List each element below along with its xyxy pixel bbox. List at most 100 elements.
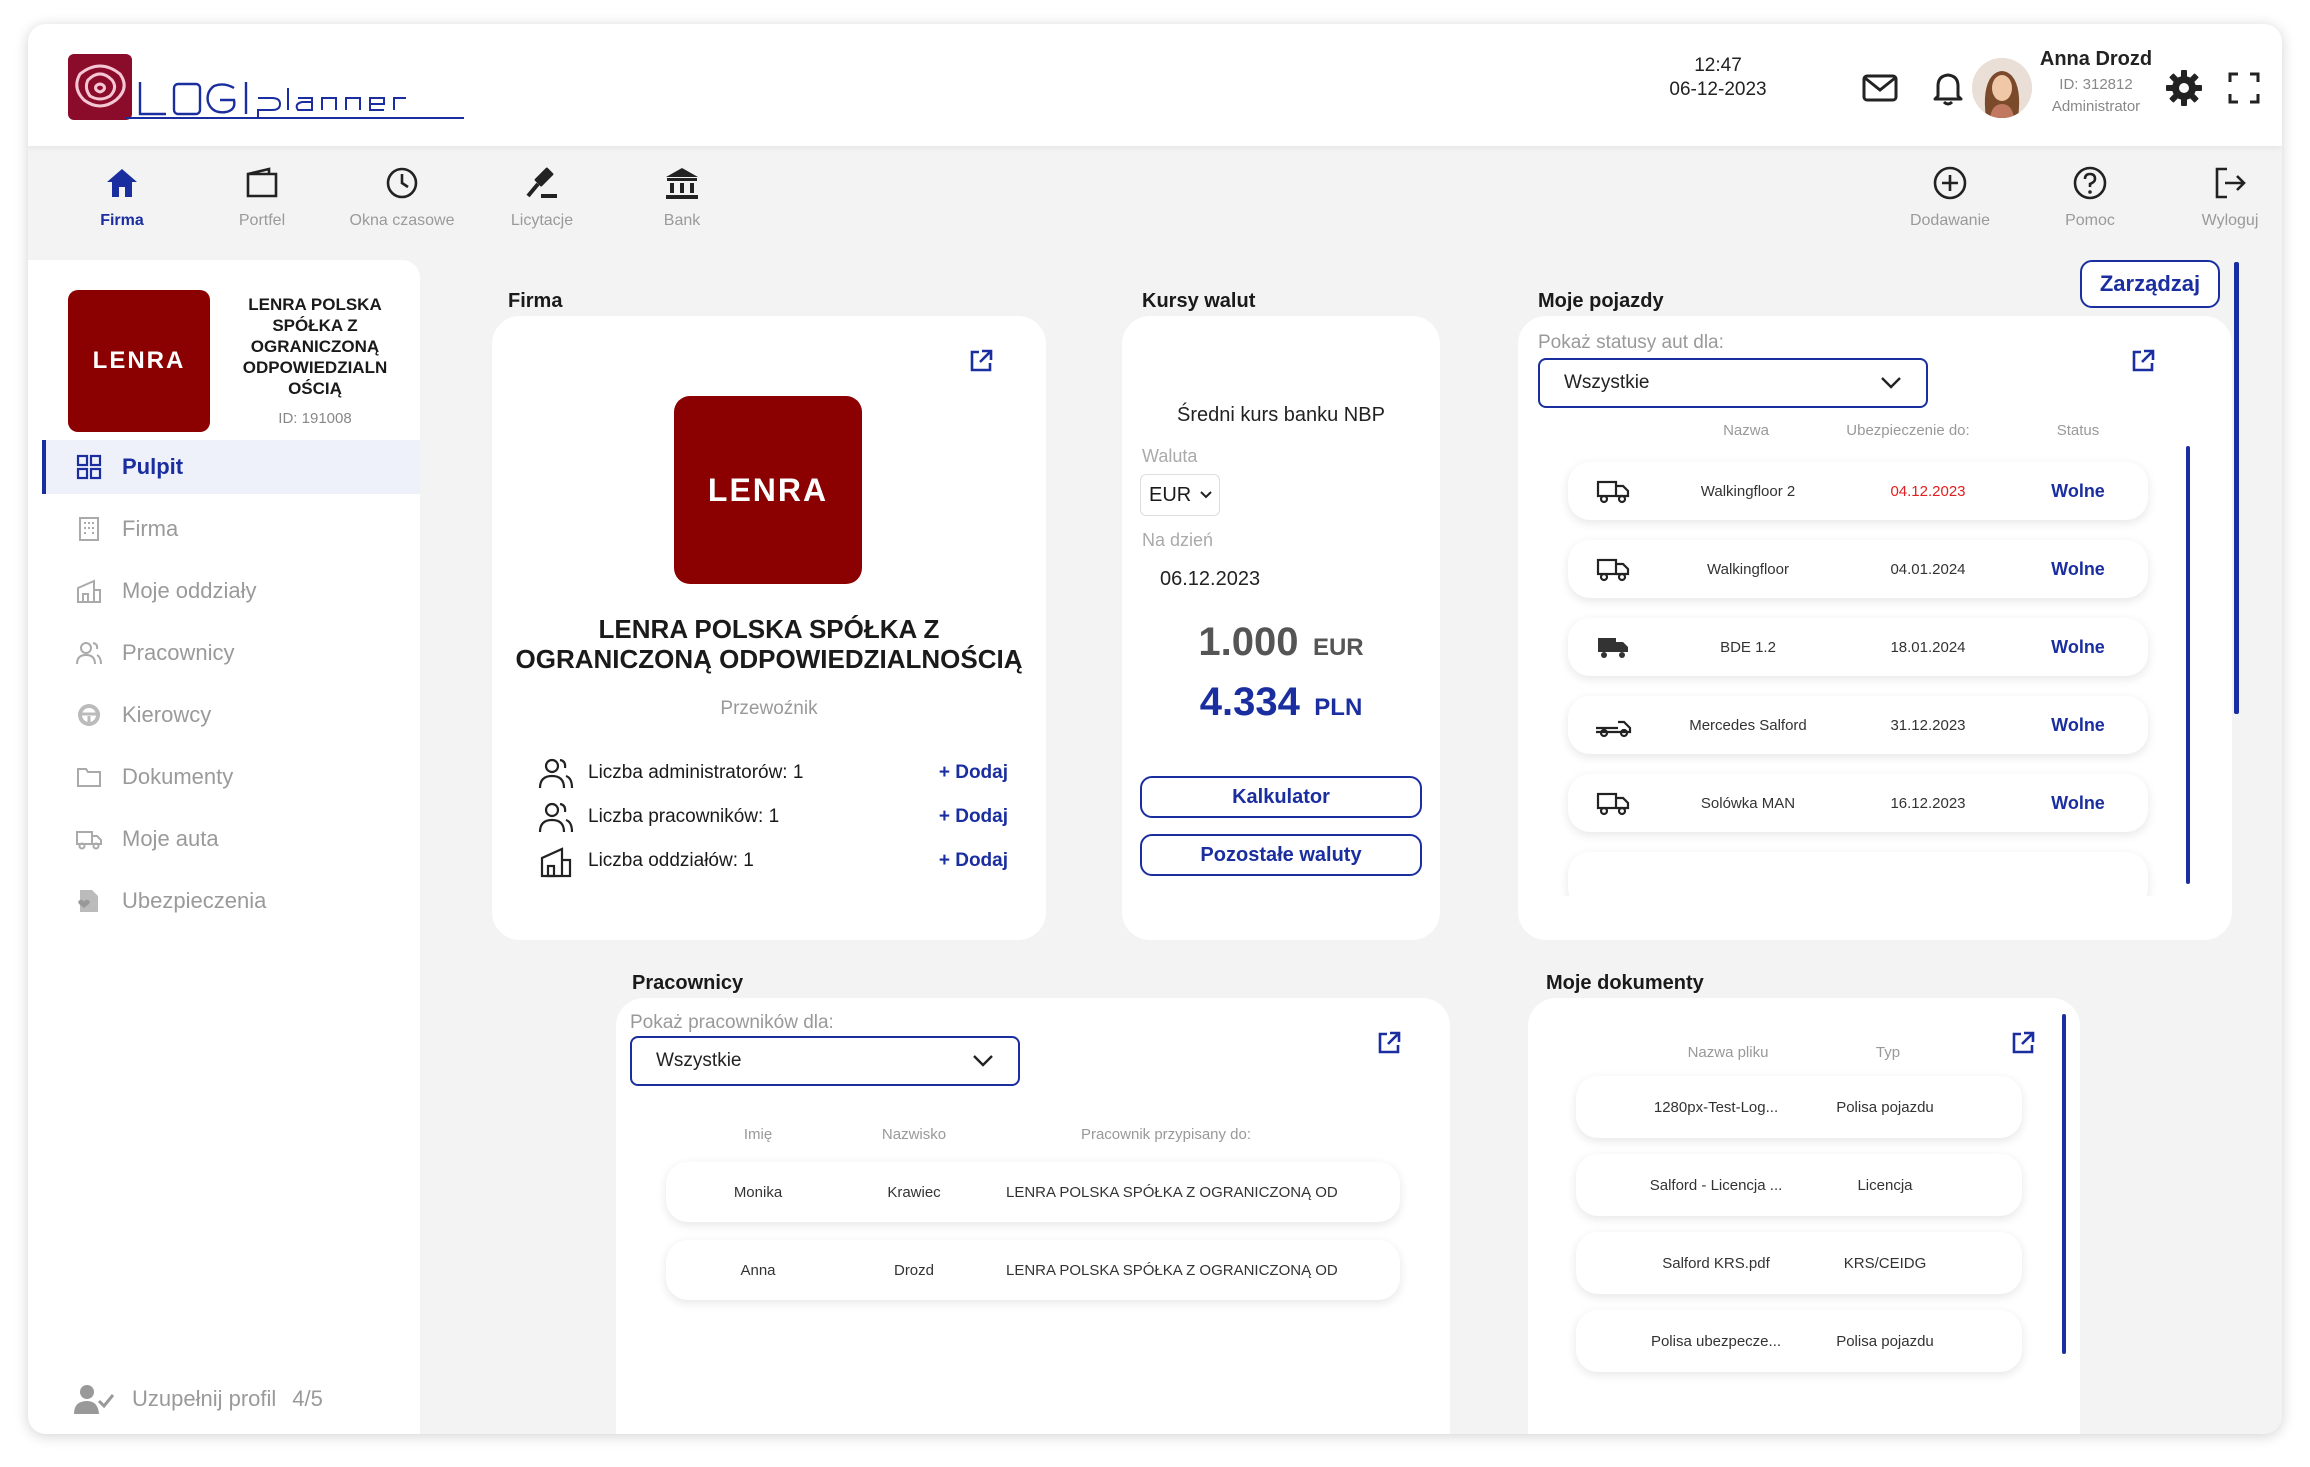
sidebar-item-moje-auta[interactable]: Moje auta xyxy=(42,812,420,866)
manage-button[interactable]: Zarządzaj xyxy=(2080,260,2220,308)
vehicle-row[interactable]: Solówka MAN 16.12.2023 Wolne xyxy=(1568,774,2148,832)
kursy-subtitle: Średni kurs banku NBP xyxy=(1177,404,1385,426)
firma-section-title: Firma xyxy=(508,290,563,312)
datetime-display: 12:47 06-12-2023 xyxy=(1638,54,1798,102)
vehicle-status: Wolne xyxy=(2051,636,2105,657)
vehicle-row[interactable]: Walkingfloor 04.01.2024 Wolne xyxy=(1568,540,2148,598)
document-row[interactable]: 1280px-Test-Log... Polisa pojazdu xyxy=(1576,1076,2022,1138)
document-list-scrollbar[interactable] xyxy=(2062,1014,2066,1354)
nav-wyloguj[interactable]: Wyloguj xyxy=(2160,164,2282,230)
col-header-type: Typ xyxy=(1875,1044,1901,1061)
currency-select[interactable]: EUR xyxy=(1140,474,1220,516)
sidebar-item-pulpit[interactable]: Pulpit xyxy=(42,440,420,494)
nav-bank[interactable]: Bank xyxy=(612,164,752,230)
result-row: 4.334 PLN xyxy=(1122,680,1440,725)
vehicle-list-scrollbar[interactable] xyxy=(2186,446,2190,884)
employee-filter-select[interactable]: Wszystkie xyxy=(630,1036,1020,1086)
vehicle-name: Walkingfloor xyxy=(1707,560,1789,578)
amount-value: 1.000 xyxy=(1198,620,1299,664)
logplanner-logo[interactable] xyxy=(66,52,466,124)
nav-okna-czasowe[interactable]: Okna czasowe xyxy=(332,164,472,230)
vehicle-list: Walkingfloor 2 04.12.2023 Wolne Walkingf… xyxy=(1558,456,2178,896)
profile-progress: 4/5 xyxy=(292,1386,323,1411)
employee-assigned: LENRA POLSKA SPÓŁKA Z OGRANICZONĄ OD xyxy=(1006,1183,1338,1201)
user-name: Anna Drozd xyxy=(2039,48,2153,70)
vehicle-filter-value: Wszystkie xyxy=(1564,372,1650,393)
sidebar-item-dokumenty[interactable]: Dokumenty xyxy=(42,750,420,804)
sidebar-item-firma[interactable]: Firma xyxy=(42,502,420,556)
sidebar-item-pracownicy[interactable]: Pracownicy xyxy=(42,626,420,680)
pojazdy-section-title: Moje pojazdy xyxy=(1538,290,1664,312)
complete-profile-link[interactable]: Uzupełnij profil 4/5 xyxy=(74,1384,323,1414)
plus-circle-icon xyxy=(1933,166,1967,200)
employee-first-name: Anna xyxy=(740,1261,776,1279)
nav-portfel[interactable]: Portfel xyxy=(192,164,332,230)
sidebar-item-label: Pulpit xyxy=(122,454,184,479)
user-check-icon xyxy=(74,1385,114,1414)
clock-icon xyxy=(386,167,418,199)
document-file: 1280px-Test-Log... xyxy=(1653,1098,1779,1116)
vehicle-insurance: 16.12.2023 xyxy=(1890,794,1966,812)
nav-label: Dodawanie xyxy=(1909,212,1991,229)
settings-gear-icon[interactable] xyxy=(2164,68,2204,108)
nav-label: Licytacje xyxy=(510,212,574,229)
mail-icon[interactable] xyxy=(1860,68,1900,108)
vehicle-row[interactable]: Mercedes Salford 31.12.2023 Wolne xyxy=(1568,696,2148,754)
nav-firma[interactable]: Firma xyxy=(52,164,192,230)
sidebar-item-label: Moje oddziały xyxy=(122,578,257,603)
chevron-down-icon xyxy=(973,1055,993,1067)
external-link-icon[interactable] xyxy=(968,348,994,374)
nav-label: Wyloguj xyxy=(2201,212,2259,229)
external-link-icon[interactable] xyxy=(2010,1030,2036,1056)
vehicle-status: Wolne xyxy=(2051,480,2105,501)
document-row[interactable]: Polisa ubezpecze... Polisa pojazdu xyxy=(1576,1310,2022,1372)
page-scrollbar[interactable] xyxy=(2234,262,2239,714)
vehicle-row[interactable]: BDE 1.2 18.01.2024 Wolne xyxy=(1568,618,2148,676)
sidebar-item-kierowcy[interactable]: Kierowcy xyxy=(42,688,420,742)
add-employee-link[interactable]: + Dodaj xyxy=(939,806,1008,828)
bank-icon xyxy=(666,168,698,199)
folder-icon xyxy=(77,768,101,787)
calculator-button[interactable]: Kalkulator xyxy=(1140,776,1422,818)
nav-dodawanie[interactable]: Dodawanie xyxy=(1880,164,2020,230)
help-icon xyxy=(2073,166,2107,200)
document-row[interactable]: Salford KRS.pdf KRS/CEIDG xyxy=(1576,1232,2022,1294)
employee-first-name: Monika xyxy=(733,1183,783,1201)
employee-row[interactable]: Anna Drozd LENRA POLSKA SPÓŁKA Z OGRANIC… xyxy=(666,1240,1400,1300)
other-currencies-button[interactable]: Pozostałe waluty xyxy=(1140,834,1422,876)
pracownicy-card: Pokaż pracowników dla: Wszystkie Imię Na… xyxy=(616,998,1450,1434)
external-link-icon[interactable] xyxy=(1376,1030,1402,1056)
nav-label: Okna czasowe xyxy=(349,212,455,229)
truck-icon xyxy=(76,831,102,850)
result-value: 4.334 xyxy=(1199,680,1300,724)
avatar[interactable] xyxy=(1972,58,2032,118)
pracownicy-section-title: Pracownicy xyxy=(632,972,744,994)
sidebar-item-moje-oddzialy[interactable]: Moje oddziały xyxy=(42,564,420,618)
col-header-insurance: Ubezpieczenie do: xyxy=(1846,422,1970,439)
stat-label: Liczba oddziałów: 1 xyxy=(588,850,754,871)
vehicle-insurance: 04.01.2024 xyxy=(1890,560,1966,578)
steering-wheel-icon xyxy=(78,704,100,726)
employee-row[interactable]: Monika Krawiec LENRA POLSKA SPÓŁKA Z OGR… xyxy=(666,1162,1400,1222)
bell-icon[interactable] xyxy=(1928,68,1968,108)
nav-label: Pomoc xyxy=(2065,212,2115,229)
vehicle-row[interactable]: Walkingfloor 2 04.12.2023 Wolne xyxy=(1568,462,2148,520)
company-full-name: LENRA POLSKA SPÓŁKA Z OGRANICZONĄ ODPOWI… xyxy=(515,614,1023,674)
kursy-card: Średni kurs banku NBP Waluta EUR Na dzie… xyxy=(1122,316,1440,940)
date-label: Na dzień xyxy=(1142,530,1214,550)
fullscreen-icon[interactable] xyxy=(2224,68,2264,108)
add-branch-link[interactable]: + Dodaj xyxy=(939,850,1008,872)
employee-assigned: LENRA POLSKA SPÓŁKA Z OGRANICZONĄ OD xyxy=(1006,1261,1338,1279)
nav-pomoc[interactable]: Pomoc xyxy=(2020,164,2160,230)
result-unit: PLN xyxy=(1314,694,1363,721)
dashboard-icon xyxy=(76,454,102,480)
sidebar-item-ubezpieczenia[interactable]: Ubezpieczenia xyxy=(42,874,420,928)
external-link-icon[interactable] xyxy=(2130,348,2156,374)
col-header-file: Nazwa pliku xyxy=(1687,1044,1769,1061)
user-id: ID: 312812 xyxy=(2059,76,2133,93)
add-admin-link[interactable]: + Dodaj xyxy=(939,762,1008,784)
sidebar-item-label: Pracownicy xyxy=(122,640,235,665)
vehicle-filter-select[interactable]: Wszystkie xyxy=(1538,358,1928,408)
nav-licytacje[interactable]: Licytacje xyxy=(472,164,612,230)
document-row[interactable]: Salford - Licencja ... Licencja xyxy=(1576,1154,2022,1216)
